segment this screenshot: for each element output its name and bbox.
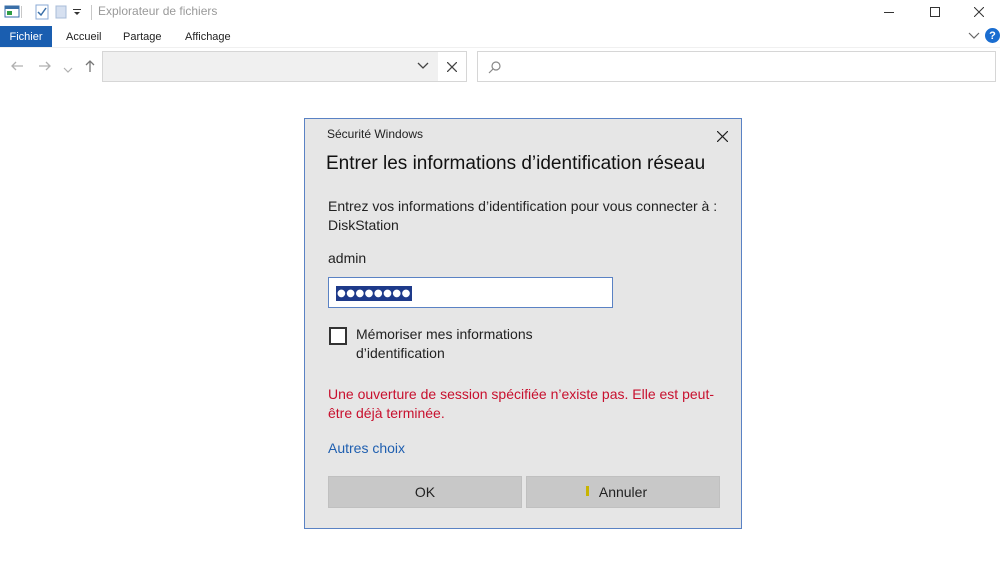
clear-icon <box>447 61 457 72</box>
title-separator <box>91 5 92 20</box>
title-bar: Explorateur de fichiers <box>0 0 1000 24</box>
password-input[interactable]: ●●●●●●●● <box>328 277 613 308</box>
tab-fichier[interactable]: Fichier <box>0 26 52 47</box>
dialog-message: Entrez vos informations d’identification… <box>328 198 718 233</box>
qa-separator <box>20 4 24 20</box>
properties-icon[interactable] <box>35 4 49 20</box>
address-clear-button[interactable] <box>438 51 467 82</box>
up-arrow-icon[interactable] <box>83 59 97 76</box>
ribbon-collapse-icon[interactable] <box>966 28 982 44</box>
ok-label: OK <box>414 484 436 500</box>
chevron-down-icon <box>417 62 429 69</box>
close-icon <box>974 7 984 17</box>
recent-dropdown-icon[interactable] <box>63 61 73 77</box>
close-window-button[interactable] <box>956 0 1000 24</box>
minimize-button[interactable] <box>866 0 912 24</box>
forward-arrow-icon[interactable] <box>38 59 52 76</box>
cancel-label: Annuler <box>598 484 648 500</box>
username-label: admin <box>328 250 367 266</box>
dialog-heading: Entrer les informations d’identification… <box>326 153 706 174</box>
address-dropdown-button[interactable] <box>409 51 437 80</box>
error-message: Une ouverture de session spécifiée n’exi… <box>328 386 714 421</box>
tab-affichage[interactable]: Affichage <box>185 27 231 46</box>
minimize-icon <box>884 12 894 13</box>
tab-accueil[interactable]: Accueil <box>66 27 101 46</box>
more-choices-link[interactable]: Autres choix <box>328 440 405 456</box>
tab-partage[interactable]: Partage <box>123 27 162 46</box>
help-button[interactable]: ? <box>985 28 1000 43</box>
password-mask: ●●●●●●●● <box>336 286 412 301</box>
remember-label[interactable]: Mémoriser mes informations d’identificat… <box>356 325 566 363</box>
search-icon <box>488 59 502 78</box>
back-arrow-icon[interactable] <box>10 59 24 76</box>
qa-dropdown-icon[interactable] <box>72 4 82 20</box>
text-cursor-icon <box>586 486 589 496</box>
ok-button[interactable]: OK <box>328 476 522 508</box>
maximize-button[interactable] <box>912 0 958 24</box>
remember-checkbox[interactable] <box>329 327 347 345</box>
dialog-close-button[interactable] <box>709 125 735 147</box>
address-bar[interactable] <box>102 51 440 82</box>
window-title: Explorateur de fichiers <box>98 4 218 18</box>
dialog-caption: Sécurité Windows <box>327 127 424 141</box>
search-box[interactable] <box>477 51 996 82</box>
cancel-button[interactable]: Annuler <box>526 476 720 508</box>
credentials-dialog: Sécurité Windows Entrer les informations… <box>304 118 742 529</box>
maximize-icon <box>930 7 940 17</box>
navigation-bar <box>0 48 1000 86</box>
close-icon <box>716 130 728 142</box>
ribbon: Fichier Accueil Partage Affichage <box>0 24 1000 48</box>
new-folder-icon[interactable] <box>55 4 67 20</box>
